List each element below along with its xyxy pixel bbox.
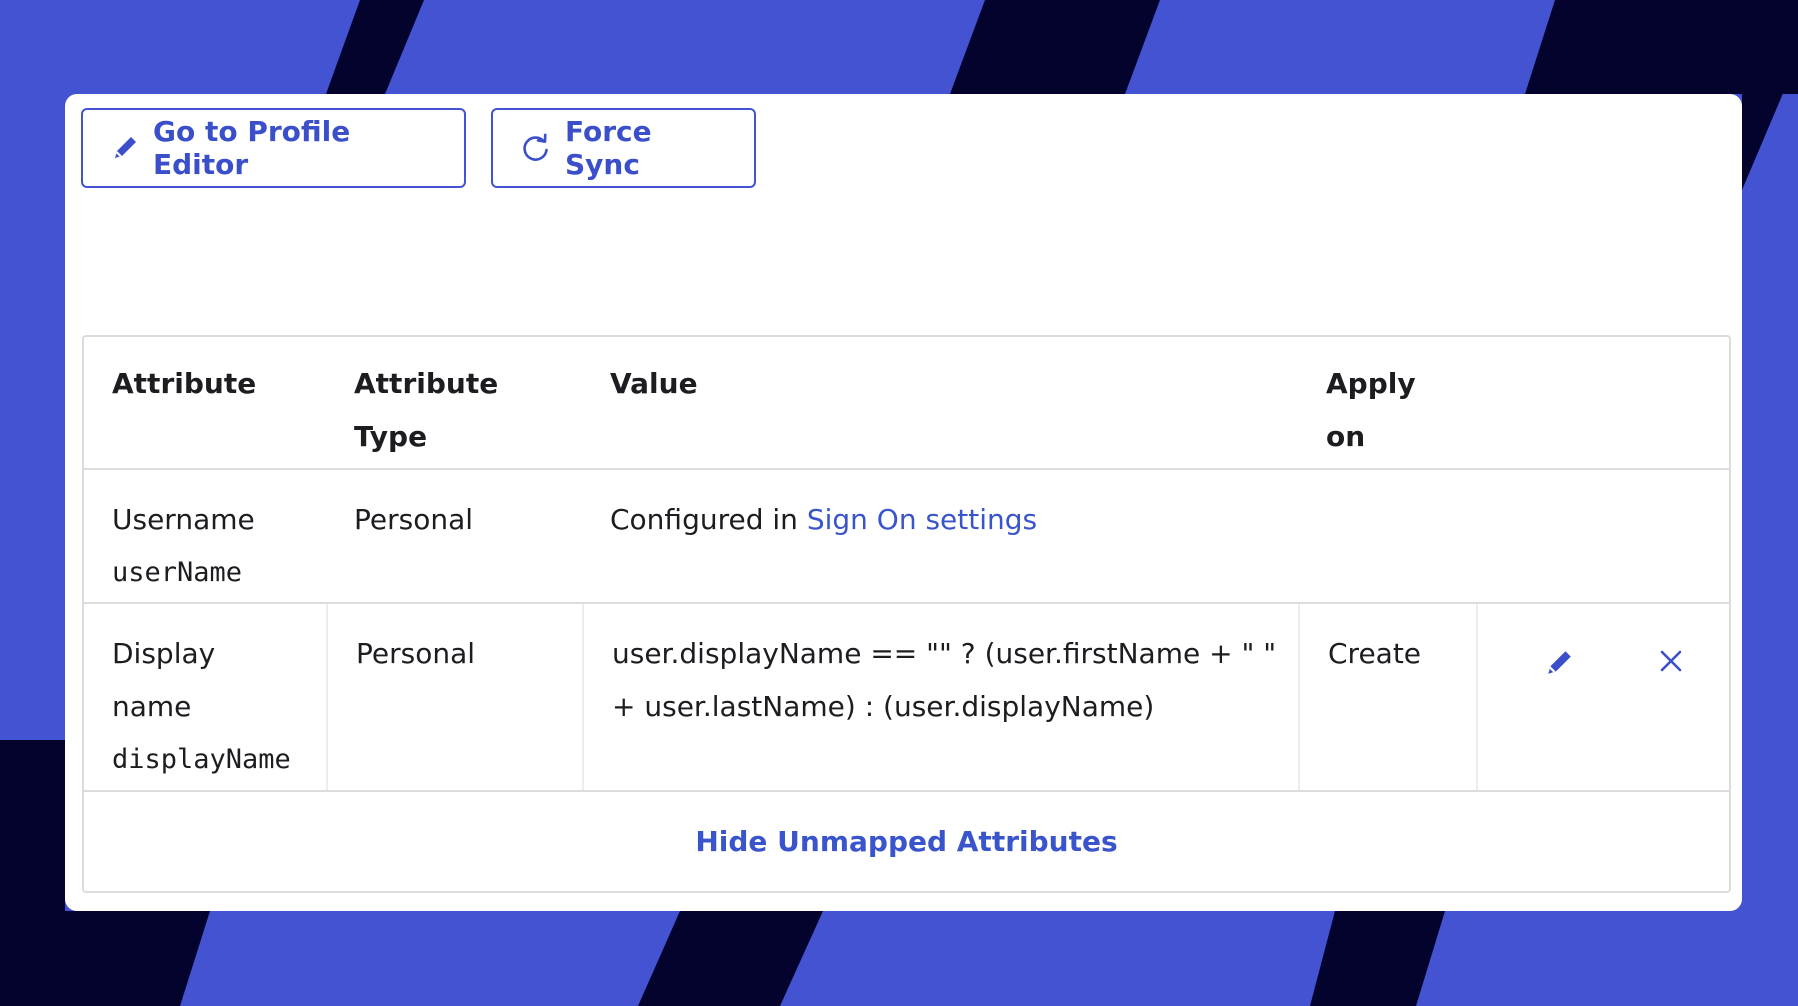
go-to-profile-editor-label: Go to Profile Editor [153,115,351,181]
mappings-card: Go to Profile Editor Force Sync Attribut… [65,94,1742,911]
attribute-type: Personal [354,503,474,536]
header-attribute: Attribute [84,337,326,468]
pencil-icon[interactable] [1544,648,1574,678]
go-to-profile-editor-button[interactable]: Go to Profile Editor [81,108,466,188]
value-cell: user.displayName == "" ? (user.firstName… [582,604,1298,790]
attribute-cell: Username userName [84,470,326,602]
header-apply-on-line2: on [1326,420,1366,453]
header-attribute-label: Attribute [112,367,257,400]
header-value-label: Value [610,367,698,400]
attribute-variable: displayName [112,744,291,775]
attribute-type-cell: Personal [326,604,582,790]
apply-on-value: Create [1328,637,1422,670]
attribute-label-line2: name [112,690,192,723]
header-apply-on-line1: Apply [1326,367,1416,400]
actions-cell [1476,604,1729,790]
close-icon[interactable] [1658,648,1684,674]
header-attribute-type-line1: Attribute [354,367,499,400]
table-row: Username userName Personal Configured in… [84,470,1729,604]
header-apply-on: Apply on [1298,337,1476,468]
table-header-row: Attribute Attribute Type Value Apply on [84,337,1729,470]
table-footer-row: Hide Unmapped Attributes [84,792,1729,891]
refresh-icon [523,133,548,161]
table-row: Display name displayName Personal user.d… [84,604,1729,792]
pencil-icon [115,137,136,158]
sign-on-settings-link[interactable]: Sign On settings [807,503,1037,536]
attribute-variable: userName [112,557,243,588]
attribute-label: Username [112,503,255,536]
attribute-type: Personal [356,637,476,670]
apply-on-cell: Create [1298,604,1476,790]
header-attribute-type: Attribute Type [326,337,582,468]
attribute-cell: Display name displayName [84,604,326,790]
value-cell: Configured in Sign On settings [582,470,1298,602]
force-sync-label: Force Sync [565,115,652,181]
header-attribute-type-line2: Type [354,420,428,453]
attribute-label-line1: Display [112,637,216,670]
value-text: Configured in [610,503,807,536]
attribute-mappings-table: Attribute Attribute Type Value Apply on … [82,335,1731,893]
attribute-type-cell: Personal [326,470,582,602]
value-expression: user.displayName == "" ? (user.firstName… [612,637,1277,723]
hide-unmapped-attributes-link[interactable]: Hide Unmapped Attributes [84,792,1729,891]
force-sync-button[interactable]: Force Sync [491,108,756,188]
header-value: Value [582,337,1298,468]
